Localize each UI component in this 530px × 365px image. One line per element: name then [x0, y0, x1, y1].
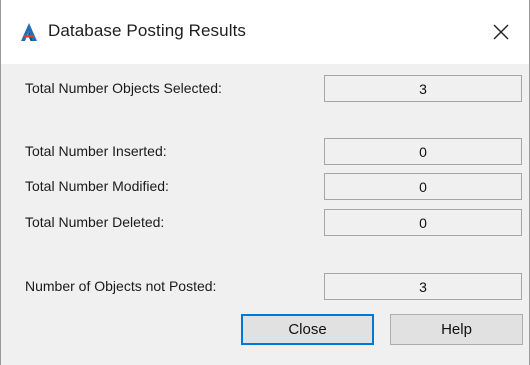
- modified-value-field: 0: [324, 173, 522, 200]
- inserted-label: Total Number Inserted:: [25, 143, 167, 159]
- selected-value-field: 3: [324, 75, 522, 102]
- deleted-label: Total Number Deleted:: [25, 214, 165, 230]
- title-bar: Database Posting Results: [1, 0, 529, 64]
- window-title: Database Posting Results: [48, 21, 247, 40]
- not-posted-label: Number of Objects not Posted:: [25, 278, 217, 294]
- inserted-value-field: 0: [324, 138, 522, 165]
- close-button[interactable]: Close: [241, 314, 374, 345]
- not-posted-value-field: 3: [324, 273, 522, 300]
- modified-label: Total Number Modified:: [25, 178, 169, 194]
- autocad-a-icon: [20, 22, 38, 42]
- database-posting-results-dialog: Database Posting Results Total Number Ob…: [0, 0, 530, 365]
- selected-label: Total Number Objects Selected:: [25, 80, 222, 96]
- help-button[interactable]: Help: [390, 314, 523, 345]
- close-icon[interactable]: [481, 12, 521, 52]
- deleted-value-field: 0: [324, 209, 522, 236]
